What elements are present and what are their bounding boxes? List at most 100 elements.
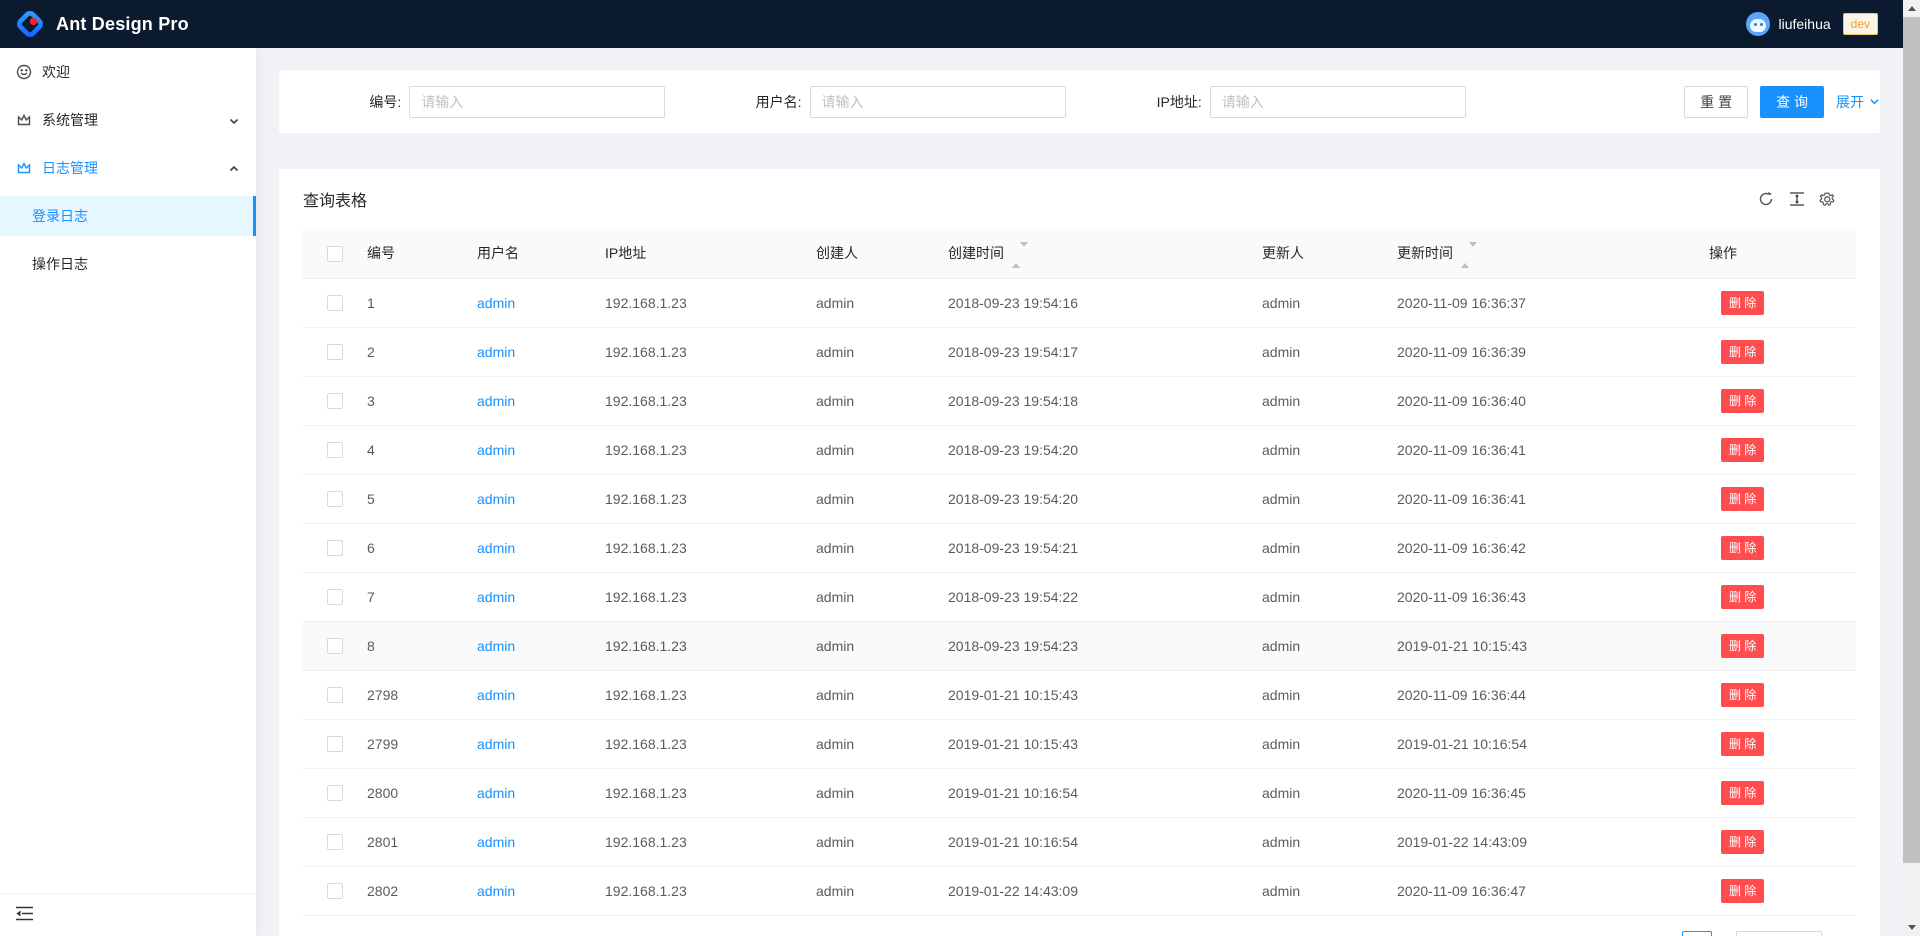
username-link[interactable]: admin (477, 883, 515, 899)
username-link[interactable]: admin (477, 834, 515, 850)
cell-action: 删 除 (1709, 327, 1856, 376)
cell-id: 2802 (367, 866, 477, 915)
row-checkbox[interactable] (327, 589, 343, 605)
row-checkbox[interactable] (327, 785, 343, 801)
cell-creator: admin (816, 719, 948, 768)
delete-button[interactable]: 删 除 (1721, 585, 1764, 609)
row-checkbox[interactable] (327, 687, 343, 703)
cell-username: admin (477, 768, 605, 817)
username-link[interactable]: admin (477, 687, 515, 703)
cell-ip: 192.168.1.23 (605, 523, 816, 572)
sidebar-item-label: 日志管理 (42, 158, 98, 178)
cell-created-time: 2018-09-23 19:54:22 (948, 572, 1262, 621)
row-select-cell (303, 572, 367, 621)
sort-icon[interactable] (1461, 247, 1469, 263)
sidebar-item-welcome[interactable]: 欢迎 (0, 52, 256, 92)
user-name[interactable]: liufeihua (1778, 16, 1830, 32)
logo[interactable]: Ant Design Pro (16, 10, 189, 38)
sidebar-item-login-log[interactable]: 登录日志 (0, 196, 256, 236)
table-row: 1 admin 192.168.1.23 admin 2018-09-23 19… (303, 278, 1856, 327)
username-link[interactable]: admin (477, 344, 515, 360)
cell-ip: 192.168.1.23 (605, 866, 816, 915)
vertical-scrollbar[interactable] (1903, 0, 1920, 936)
username-input[interactable] (810, 86, 1066, 118)
select-all-checkbox[interactable] (327, 246, 343, 262)
sidebar-item-log-management[interactable]: 日志管理 (0, 148, 256, 188)
cell-creator: admin (816, 278, 948, 327)
cell-ip: 192.168.1.23 (605, 425, 816, 474)
username-link[interactable]: admin (477, 785, 515, 801)
row-checkbox[interactable] (327, 736, 343, 752)
username-link[interactable]: admin (477, 295, 515, 311)
username-link[interactable]: admin (477, 442, 515, 458)
cell-updater: admin (1262, 572, 1397, 621)
delete-button[interactable]: 删 除 (1721, 389, 1764, 413)
ip-input[interactable] (1210, 86, 1466, 118)
delete-button[interactable]: 删 除 (1721, 732, 1764, 756)
delete-button[interactable]: 删 除 (1721, 438, 1764, 462)
ant-design-logo-icon (16, 10, 44, 38)
id-input[interactable] (409, 86, 665, 118)
cell-created-time: 2018-09-23 19:54:23 (948, 621, 1262, 670)
cell-ip: 192.168.1.23 (605, 670, 816, 719)
scrollbar-thumb[interactable] (1903, 17, 1920, 863)
row-checkbox[interactable] (327, 344, 343, 360)
delete-button[interactable]: 删 除 (1721, 879, 1764, 903)
row-checkbox[interactable] (327, 393, 343, 409)
cell-updated-time: 2020-11-09 16:36:42 (1397, 523, 1709, 572)
row-checkbox[interactable] (327, 295, 343, 311)
row-checkbox[interactable] (327, 638, 343, 654)
cell-action: 删 除 (1709, 621, 1856, 670)
delete-button[interactable]: 删 除 (1721, 634, 1764, 658)
cell-creator: admin (816, 425, 948, 474)
density-icon[interactable] (1788, 191, 1805, 208)
expand-link[interactable]: 展开 (1836, 92, 1880, 112)
search-button[interactable]: 查 询 (1760, 86, 1824, 118)
cell-created-time: 2019-01-21 10:15:43 (948, 670, 1262, 719)
sidebar-item-operation-log[interactable]: 操作日志 (0, 244, 256, 284)
cell-ip: 192.168.1.23 (605, 572, 816, 621)
row-checkbox[interactable] (327, 540, 343, 556)
username-link[interactable]: admin (477, 540, 515, 556)
row-checkbox[interactable] (327, 834, 343, 850)
delete-button[interactable]: 删 除 (1721, 340, 1764, 364)
row-checkbox[interactable] (327, 491, 343, 507)
pagination-current-page[interactable] (1682, 931, 1712, 936)
scroll-up-arrow-icon[interactable] (1903, 0, 1920, 17)
username-link[interactable]: admin (477, 736, 515, 752)
sort-icon[interactable] (1012, 247, 1020, 263)
column-header-created-time[interactable]: 创建时间 (948, 229, 1262, 278)
cell-username: admin (477, 670, 605, 719)
cell-creator: admin (816, 327, 948, 376)
cell-username: admin (477, 621, 605, 670)
sidebar-item-label: 登录日志 (32, 206, 88, 226)
reload-icon[interactable] (1757, 191, 1774, 208)
username-link[interactable]: admin (477, 491, 515, 507)
delete-button[interactable]: 删 除 (1721, 487, 1764, 511)
delete-button[interactable]: 删 除 (1721, 781, 1764, 805)
pagination-page-size-select[interactable] (1736, 931, 1822, 936)
scroll-down-arrow-icon[interactable] (1903, 919, 1920, 936)
username-link[interactable]: admin (477, 393, 515, 409)
row-checkbox[interactable] (327, 883, 343, 899)
reset-button[interactable]: 重 置 (1684, 86, 1748, 118)
delete-button[interactable]: 删 除 (1721, 683, 1764, 707)
table-card-header: 查询表格 (279, 169, 1880, 229)
menu-fold-icon[interactable] (16, 906, 33, 924)
filter-field-id: 编号: (279, 86, 679, 118)
sidebar-item-system-management[interactable]: 系统管理 (0, 100, 256, 140)
settings-gear-icon[interactable] (1819, 191, 1836, 208)
row-checkbox[interactable] (327, 442, 343, 458)
header-select-cell (303, 229, 367, 278)
cell-updater: admin (1262, 376, 1397, 425)
table-title: 查询表格 (303, 187, 367, 211)
cell-updated-time: 2020-11-09 16:36:37 (1397, 278, 1709, 327)
delete-button[interactable]: 删 除 (1721, 291, 1764, 315)
username-link[interactable]: admin (477, 589, 515, 605)
delete-button[interactable]: 删 除 (1721, 830, 1764, 854)
avatar[interactable] (1746, 12, 1770, 36)
delete-button[interactable]: 删 除 (1721, 536, 1764, 560)
username-link[interactable]: admin (477, 638, 515, 654)
column-header-updated-time[interactable]: 更新时间 (1397, 229, 1709, 278)
column-header-ip: IP地址 (605, 229, 816, 278)
